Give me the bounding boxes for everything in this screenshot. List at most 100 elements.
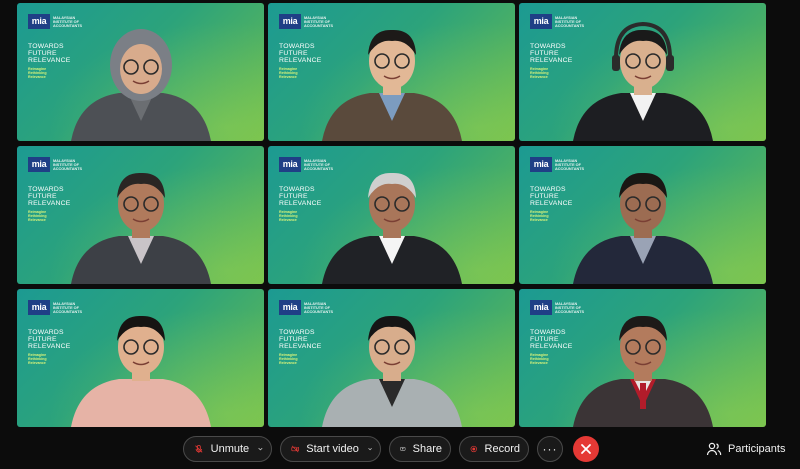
- chevron-down-icon[interactable]: [368, 445, 372, 453]
- record-label: Record: [484, 443, 520, 455]
- share-label: Share: [412, 443, 442, 455]
- slogan-line: TOWARDS: [28, 186, 64, 193]
- share-screen-icon: [400, 447, 406, 451]
- slogan: TOWARDS FUTURE RELEVANCE: [530, 43, 572, 65]
- video-tile-6[interactable]: mia MALAYSIAN INSTITUTE OF ACCOUNTANTS TOW…: [519, 146, 766, 284]
- mia-logo: mia MALAYSIAN INSTITUTE OF ACCOUNTANTS: [28, 14, 93, 32]
- video-tile-2[interactable]: mia MALAYSIAN INSTITUTE OF ACCOUNTANTS TOW…: [268, 3, 515, 141]
- tagline-line: Relevance: [28, 361, 46, 366]
- participants-button[interactable]: Participants: [706, 436, 785, 462]
- participants-label: Participants: [728, 443, 786, 455]
- meeting-toolbar: Unmute Start video Share Record ··· Part…: [0, 430, 800, 469]
- slogan-line: RELEVANCE: [28, 57, 71, 65]
- slogan: TOWARDS FUTURE RELEVANCE: [28, 186, 70, 208]
- tagline: Reimagine Rethinking Relevance: [530, 210, 549, 223]
- slogan: TOWARDS FUTURE RELEVANCE: [530, 186, 572, 208]
- record-button[interactable]: Record: [459, 436, 529, 462]
- slogan-line: FUTURE: [279, 50, 308, 58]
- slogan: TOWARDS FUTURE RELEVANCE: [279, 186, 321, 208]
- slogan: TOWARDS FUTURE RELEVANCE: [530, 329, 572, 351]
- mia-logo-mark: mia: [28, 14, 50, 29]
- slogan-line: RELEVANCE: [530, 57, 573, 65]
- video-tile-5[interactable]: mia MALAYSIAN INSTITUTE OF ACCOUNTANTS TOW…: [268, 146, 515, 284]
- leave-button[interactable]: [573, 436, 599, 462]
- tagline: Reimagine Rethinking Relevance: [530, 67, 549, 80]
- mia-logo-mark: mia: [279, 300, 301, 315]
- tagline: Reimagine Rethinking Relevance: [28, 67, 47, 80]
- organization-name: MALAYSIAN INSTITUTE OF ACCOUNTANTS: [304, 16, 334, 29]
- organization-name: MALAYSIAN INSTITUTE OF ACCOUNTANTS: [555, 159, 585, 172]
- mia-logo: mia MALAYSIAN INSTITUTE OF ACCOUNTANTS: [530, 157, 595, 175]
- mia-logo: mia MALAYSIAN INSTITUTE OF ACCOUNTANTS: [279, 14, 344, 32]
- mia-logo-mark: mia: [530, 14, 552, 29]
- slogan-line: TOWARDS: [279, 329, 315, 336]
- slogan-line: TOWARDS: [28, 329, 64, 336]
- slogan-line: TOWARDS: [530, 43, 566, 50]
- tagline-line: Relevance: [530, 75, 548, 80]
- tagline: Reimagine Rethinking Relevance: [279, 67, 298, 80]
- tagline-line: Relevance: [279, 361, 297, 366]
- chevron-down-icon[interactable]: [258, 445, 263, 453]
- tagline-line: Relevance: [28, 218, 46, 223]
- organization-name: MALAYSIAN INSTITUTE OF ACCOUNTANTS: [53, 302, 83, 315]
- slogan-line: TOWARDS: [28, 43, 64, 50]
- mia-logo-mark: mia: [28, 300, 50, 315]
- slogan: TOWARDS FUTURE RELEVANCE: [279, 43, 321, 65]
- tagline-line: Relevance: [530, 218, 548, 223]
- slogan-line: RELEVANCE: [279, 343, 322, 351]
- mia-logo-mark: mia: [279, 14, 301, 29]
- slogan-line: TOWARDS: [279, 186, 315, 193]
- people-icon: [706, 442, 722, 456]
- tagline: Reimagine Rethinking Relevance: [28, 353, 47, 366]
- slogan-line: RELEVANCE: [279, 57, 322, 65]
- close-icon: [581, 444, 591, 454]
- microphone-muted-icon: [195, 444, 203, 453]
- slogan-line: FUTURE: [279, 193, 308, 201]
- share-button[interactable]: Share: [389, 436, 451, 462]
- slogan-line: FUTURE: [28, 50, 57, 58]
- video-tile-4[interactable]: mia MALAYSIAN INSTITUTE OF ACCOUNTANTS TOW…: [17, 146, 264, 284]
- video-tile-7[interactable]: mia MALAYSIAN INSTITUTE OF ACCOUNTANTS TOW…: [17, 289, 264, 427]
- video-tile-8[interactable]: mia MALAYSIAN INSTITUTE OF ACCOUNTANTS TOW…: [268, 289, 515, 427]
- organization-name: MALAYSIAN INSTITUTE OF ACCOUNTANTS: [304, 159, 334, 172]
- video-grid: mia MALAYSIAN INSTITUTE OF ACCOUNTANTS TOW…: [0, 0, 800, 430]
- tagline-line: Relevance: [530, 361, 548, 366]
- slogan-line: FUTURE: [530, 336, 559, 344]
- tagline: Reimagine Rethinking Relevance: [530, 353, 549, 366]
- slogan-line: FUTURE: [279, 336, 308, 344]
- slogan-line: TOWARDS: [530, 329, 566, 336]
- camera-off-icon: [291, 445, 299, 453]
- video-tile-3[interactable]: mia MALAYSIAN INSTITUTE OF ACCOUNTANTS TOW…: [519, 3, 766, 141]
- video-tile-1[interactable]: mia MALAYSIAN INSTITUTE OF ACCOUNTANTS TOW…: [17, 3, 264, 141]
- organization-name: MALAYSIAN INSTITUTE OF ACCOUNTANTS: [304, 302, 334, 315]
- slogan-line: RELEVANCE: [530, 343, 573, 351]
- tagline: Reimagine Rethinking Relevance: [279, 210, 298, 223]
- tagline-line: Relevance: [279, 218, 297, 223]
- slogan-line: FUTURE: [28, 193, 57, 201]
- tagline-line: Relevance: [279, 75, 297, 80]
- slogan: TOWARDS FUTURE RELEVANCE: [28, 329, 70, 351]
- organization-name: MALAYSIAN INSTITUTE OF ACCOUNTANTS: [53, 16, 83, 29]
- tagline-line: Relevance: [28, 75, 46, 80]
- start-video-label: Start video: [306, 443, 359, 455]
- slogan: TOWARDS FUTURE RELEVANCE: [279, 329, 321, 351]
- video-tile-9[interactable]: mia MALAYSIAN INSTITUTE OF ACCOUNTANTS TOW…: [519, 289, 766, 427]
- unmute-label: Unmute: [210, 443, 250, 455]
- organization-name: MALAYSIAN INSTITUTE OF ACCOUNTANTS: [555, 16, 585, 29]
- more-icon: ···: [542, 442, 558, 456]
- slogan-line: FUTURE: [28, 336, 57, 344]
- mia-logo: mia MALAYSIAN INSTITUTE OF ACCOUNTANTS: [279, 157, 344, 175]
- mia-logo: mia MALAYSIAN INSTITUTE OF ACCOUNTANTS: [28, 157, 93, 175]
- mia-logo-mark: mia: [530, 300, 552, 315]
- record-icon: [470, 445, 477, 453]
- mia-logo: mia MALAYSIAN INSTITUTE OF ACCOUNTANTS: [28, 300, 93, 318]
- mia-logo-mark: mia: [28, 157, 50, 172]
- start-video-button[interactable]: Start video: [280, 436, 381, 462]
- slogan-line: RELEVANCE: [28, 343, 71, 351]
- tagline: Reimagine Rethinking Relevance: [279, 353, 298, 366]
- unmute-button[interactable]: Unmute: [183, 436, 272, 462]
- mia-logo: mia MALAYSIAN INSTITUTE OF ACCOUNTANTS: [530, 14, 595, 32]
- slogan-line: FUTURE: [530, 50, 559, 58]
- more-options-button[interactable]: ···: [537, 436, 563, 462]
- slogan-line: RELEVANCE: [28, 200, 71, 208]
